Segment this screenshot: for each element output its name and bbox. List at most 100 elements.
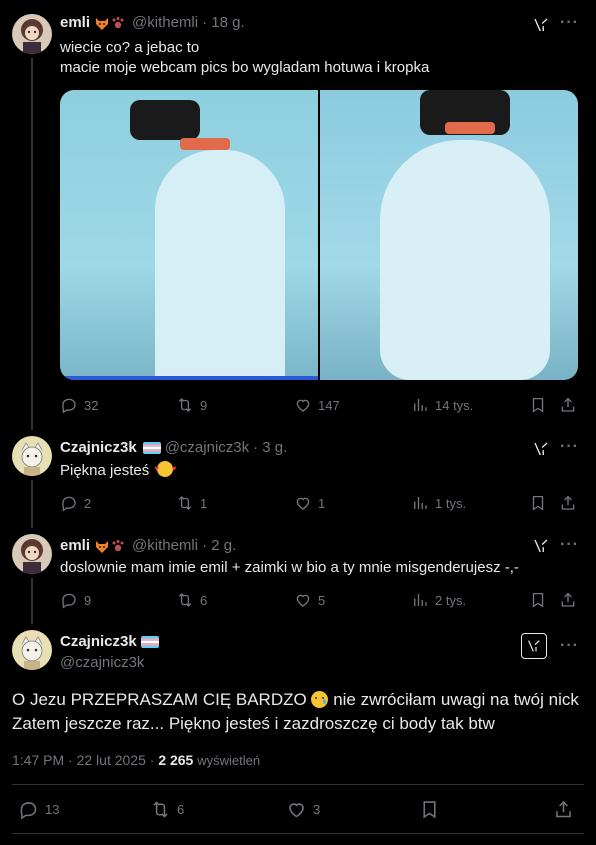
views-count: 1 tys.	[435, 495, 467, 511]
views-button[interactable]: 14 tys.	[411, 396, 473, 414]
like-count: 5	[318, 592, 326, 608]
avatar[interactable]	[12, 630, 52, 670]
more-icon[interactable]: ···	[560, 637, 579, 655]
like-icon	[286, 799, 307, 820]
author-handle[interactable]: @czajnicz3k	[60, 654, 144, 671]
reply-count: 32	[84, 397, 99, 413]
repost-count: 1	[200, 495, 208, 511]
repost-button[interactable]: 1	[176, 494, 207, 512]
reply-icon	[18, 799, 39, 820]
repost-count: 6	[177, 802, 185, 817]
tweet-text-line: wiecie co? a jebac to	[60, 39, 200, 56]
reply-button[interactable]: 9	[60, 591, 91, 609]
reply-icon	[60, 591, 78, 609]
repost-count: 6	[200, 592, 208, 608]
grok-button[interactable]	[521, 633, 547, 659]
bookmark-icon[interactable]	[529, 591, 547, 609]
repost-button[interactable]: 6	[150, 799, 184, 820]
grok-icon[interactable]	[532, 537, 550, 555]
tweet-text-line: nie zwróciłam uwagi na twój nick	[333, 690, 579, 709]
reply-icon	[60, 494, 78, 512]
author-handle[interactable]: @czajnicz3k	[165, 439, 249, 456]
view-count: 2 265	[158, 752, 194, 768]
author-handle[interactable]: @kithemli	[132, 537, 198, 554]
more-icon[interactable]: ···	[560, 14, 579, 32]
post-time[interactable]: · 18 g.	[202, 14, 245, 31]
repost-icon	[176, 396, 194, 414]
author-name[interactable]: emli	[60, 537, 90, 554]
repost-icon	[176, 494, 194, 512]
grok-icon	[526, 638, 542, 654]
repost-icon	[176, 591, 194, 609]
author-name[interactable]: emli	[60, 14, 90, 31]
fox-paw-emoji-icon	[94, 15, 128, 31]
reply-count: 2	[84, 495, 92, 511]
grok-icon[interactable]	[532, 16, 550, 34]
thread-line	[31, 58, 33, 430]
like-icon	[294, 396, 312, 414]
tweet-text-line: macie moje webcam pics bo wygladam hotuw…	[60, 59, 430, 76]
smiling-hearts-emoji-icon: ♥ ♥	[154, 461, 176, 477]
photo-2[interactable]	[320, 90, 578, 380]
reply-count: 9	[84, 592, 92, 608]
reply-count: 13	[45, 802, 60, 817]
like-button[interactable]: 5	[294, 591, 325, 609]
views-icon	[411, 494, 429, 512]
like-count: 147	[318, 397, 340, 413]
like-icon	[294, 591, 312, 609]
like-button[interactable]: 3	[286, 799, 320, 820]
author-name[interactable]: Czajnicz3k	[60, 439, 137, 456]
avatar[interactable]	[12, 436, 52, 476]
reply-button[interactable]: 13	[18, 799, 59, 820]
author-handle[interactable]: @kithemli	[132, 14, 198, 31]
views-button[interactable]: 2 tys.	[411, 591, 466, 609]
more-icon[interactable]: ···	[560, 438, 579, 456]
post-time[interactable]: · 2 g.	[202, 537, 236, 554]
tweet-text-line: O Jezu PRZEPRASZAM CIĘ BARDZO	[12, 690, 307, 709]
views-icon	[411, 591, 429, 609]
share-icon[interactable]	[559, 396, 577, 414]
views-count: 14 tys.	[435, 397, 474, 413]
trans-flag-icon	[143, 442, 161, 454]
avatar[interactable]	[12, 14, 52, 54]
reply-icon	[60, 396, 78, 414]
media-grid	[60, 90, 578, 380]
share-icon[interactable]	[559, 494, 577, 512]
repost-button[interactable]: 6	[176, 591, 207, 609]
like-button[interactable]: 147	[294, 396, 340, 414]
views-button[interactable]: 1 tys.	[411, 494, 466, 512]
bookmark-icon[interactable]	[529, 494, 547, 512]
post-timestamp[interactable]: 1:47 PM · 22 lut 2025 ·	[12, 752, 154, 768]
tweet-text-line: doslownie mam imie emil + zaimki w bio a…	[60, 559, 519, 576]
reply-button[interactable]: 2	[60, 494, 91, 512]
repost-button[interactable]: 9	[176, 396, 207, 414]
repost-count: 9	[200, 397, 208, 413]
views-label: wyświetleń	[197, 753, 261, 768]
divider	[12, 784, 584, 785]
avatar[interactable]	[12, 534, 52, 574]
more-icon[interactable]: ···	[560, 536, 579, 554]
bookmark-icon[interactable]	[419, 799, 440, 820]
crying-face-emoji-icon	[311, 691, 329, 708]
reply-button[interactable]: 32	[60, 396, 98, 414]
grok-icon[interactable]	[532, 440, 550, 458]
share-icon[interactable]	[559, 591, 577, 609]
views-count: 2 tys.	[435, 592, 467, 608]
tweet-text-line: Zatem jeszcze raz... Piękno jesteś i zaz…	[12, 714, 495, 733]
views-icon	[411, 396, 429, 414]
post-time[interactable]: · 3 g.	[253, 439, 287, 456]
thread-line	[31, 480, 33, 528]
photo-1[interactable]	[60, 90, 318, 380]
share-icon[interactable]	[553, 799, 574, 820]
like-count: 1	[318, 495, 326, 511]
tweet-text-line: Piękna jesteś	[60, 462, 150, 479]
like-icon	[294, 494, 312, 512]
fox-paw-emoji-icon	[94, 538, 128, 554]
like-button[interactable]: 1	[294, 494, 325, 512]
author-name[interactable]: Czajnicz3k	[60, 633, 137, 650]
trans-flag-icon	[141, 636, 159, 648]
bookmark-icon[interactable]	[529, 396, 547, 414]
repost-icon	[150, 799, 171, 820]
like-count: 3	[313, 802, 321, 817]
divider	[12, 833, 584, 834]
